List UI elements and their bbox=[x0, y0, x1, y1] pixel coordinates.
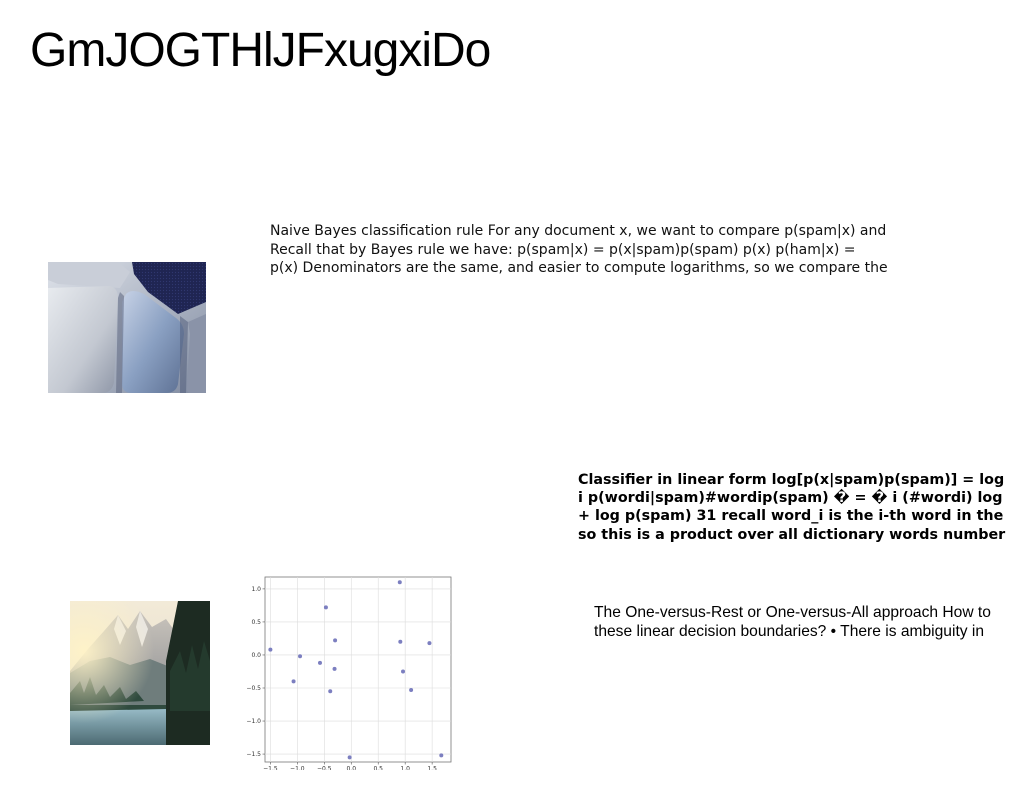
mountain-lake-image bbox=[70, 601, 210, 745]
data-point bbox=[317, 660, 322, 665]
text-line: Classifier in linear form log[p(x|spam)p… bbox=[578, 472, 1005, 488]
text-line: these linear decision boundaries? • Ther… bbox=[594, 622, 985, 640]
x-tick-label: 1.5 bbox=[427, 766, 437, 771]
plot-area bbox=[264, 576, 452, 763]
data-point bbox=[332, 666, 337, 671]
data-point bbox=[409, 687, 414, 692]
x-tick-label: 0.5 bbox=[373, 766, 383, 771]
text-line: Naive Bayes classification rule For any … bbox=[270, 223, 887, 239]
text-line: + log p(spam) 31 recall word_i is the i-… bbox=[578, 508, 1004, 525]
data-point bbox=[268, 647, 273, 652]
x-tick-label: 1.0 bbox=[400, 766, 410, 771]
x-tick-label: −0.5 bbox=[317, 766, 332, 771]
data-point bbox=[328, 689, 333, 694]
y-tick-label: −0.5 bbox=[246, 685, 261, 692]
data-point bbox=[323, 605, 328, 610]
scatter-chart: −1.5 −1.0 −0.5 0.0 0.5 1.0 1.5 1.0 0.5 0.0 −0.5 −1.… bbox=[246, 576, 452, 771]
text-line: The One-versus-Rest or One-versus-All ap… bbox=[594, 604, 991, 621]
y-tick-label: 0.5 bbox=[251, 619, 261, 626]
data-point bbox=[298, 654, 303, 659]
x-tick-label: −1.0 bbox=[290, 766, 305, 771]
y-tick-label: 0.0 bbox=[251, 652, 261, 659]
x-tick-label: 0.0 bbox=[346, 766, 356, 771]
naive-bayes-text: Naive Bayes classification rule For any … bbox=[270, 222, 910, 278]
data-point bbox=[439, 753, 444, 758]
text-line: Recall that by Bayes rule we have: p(spa… bbox=[270, 241, 856, 258]
linear-classifier-text: Classifier in linear form log[p(x|spam)p… bbox=[578, 471, 1018, 544]
data-point bbox=[427, 641, 432, 646]
y-tick-label: −1.0 bbox=[246, 718, 261, 725]
data-point bbox=[398, 639, 403, 644]
text-line: p(x) Denominators are the same, and easi… bbox=[270, 260, 888, 276]
abstract-shapes-image bbox=[48, 262, 206, 393]
data-point bbox=[397, 580, 402, 585]
y-tick-label: 1.0 bbox=[251, 586, 261, 593]
one-vs-rest-text: The One-versus-Rest or One-versus-All ap… bbox=[594, 604, 1014, 641]
y-tick-label: −1.5 bbox=[246, 751, 261, 758]
data-point bbox=[347, 755, 352, 760]
text-line: so this is a product over all dictionary… bbox=[578, 526, 1006, 543]
text-line: i p(wordi|spam)#wordip(spam) � = � i (#w… bbox=[578, 490, 1003, 507]
data-point bbox=[291, 679, 296, 684]
page-title: GmJOGTHlJFxugxiDo bbox=[30, 24, 491, 77]
data-point bbox=[401, 669, 406, 674]
data-point bbox=[333, 638, 338, 643]
x-tick-label: −1.5 bbox=[263, 766, 278, 771]
